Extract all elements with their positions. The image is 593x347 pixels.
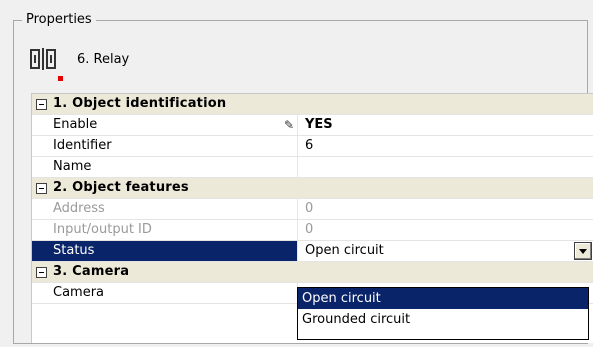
dropdown-option-open-circuit[interactable]: Open circuit <box>298 288 588 309</box>
property-value-status[interactable]: Open circuit <box>298 241 593 261</box>
edit-pencil-icon: ✎ <box>284 118 295 132</box>
property-label-name: Name <box>32 157 298 177</box>
category-label: 2. Object features <box>53 180 189 195</box>
property-value-name[interactable] <box>298 157 593 177</box>
property-row-name[interactable]: Name <box>32 157 593 178</box>
property-label-io-id: Input/output ID <box>32 220 298 240</box>
status-indicator-dot <box>58 76 63 81</box>
category-label: 3. Camera <box>53 264 130 279</box>
property-row-address: Address 0 <box>32 199 593 220</box>
property-row-status[interactable]: Status Open circuit <box>32 241 593 262</box>
property-label-status: Status <box>32 241 298 261</box>
category-label: 1. Object identification <box>53 96 227 111</box>
property-value-io-id: 0 <box>305 222 314 237</box>
dropdown-arrow-icon[interactable] <box>574 242 592 260</box>
properties-group-title: Properties <box>22 11 96 29</box>
property-label-camera: Camera <box>32 283 298 303</box>
category-object-features[interactable]: 2. Object features <box>32 178 593 199</box>
property-row-enable[interactable]: Enable ✎ YES <box>32 115 593 136</box>
property-row-io-id: Input/output ID 0 <box>32 220 593 241</box>
property-value-address: 0 <box>305 201 314 216</box>
property-label-identifier: Identifier <box>32 136 298 156</box>
status-dropdown-list[interactable]: Open circuit Grounded circuit <box>297 287 589 340</box>
relay-icon <box>30 48 56 70</box>
category-camera[interactable]: 3. Camera <box>32 262 593 283</box>
property-value-identifier[interactable]: 6 <box>298 136 593 156</box>
dropdown-option-grounded-circuit[interactable]: Grounded circuit <box>298 309 588 330</box>
category-object-identification[interactable]: 1. Object identification <box>32 94 593 115</box>
property-label-address: Address <box>32 199 298 219</box>
object-title: 6. Relay <box>77 52 130 67</box>
property-value-enable[interactable]: YES <box>298 115 593 135</box>
property-row-identifier[interactable]: Identifier 6 <box>32 136 593 157</box>
property-label-enable: Enable <box>32 115 298 135</box>
